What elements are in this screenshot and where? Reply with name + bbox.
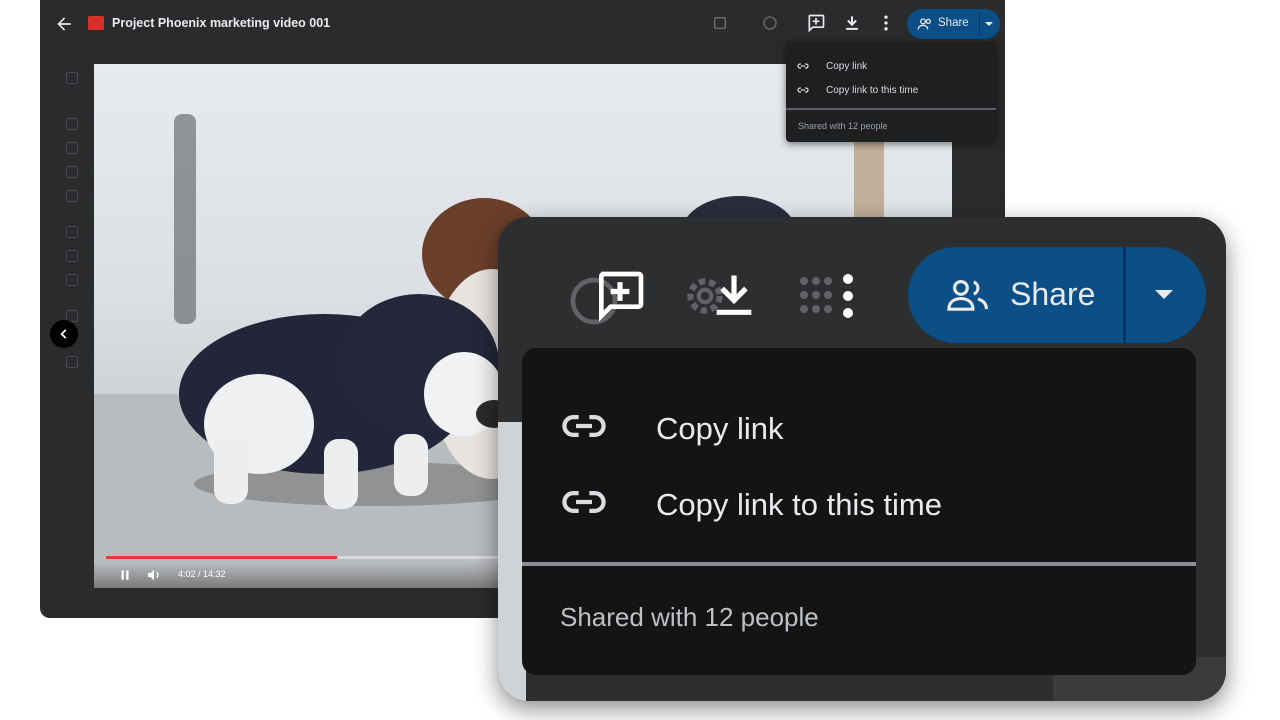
menu-divider-small — [786, 108, 996, 110]
share-menu-small: Copy link Copy link to this time Shared … — [786, 42, 996, 142]
download-icon[interactable] — [842, 13, 862, 33]
menu-divider — [522, 562, 1196, 566]
share-button-label: Share — [1010, 276, 1096, 312]
faded-toolbar-icon — [714, 17, 726, 29]
share-menu: Copy link Copy link to this time Shared … — [522, 348, 1196, 675]
link-icon — [797, 87, 809, 93]
video-time: 4:02 / 14:32 — [178, 569, 226, 579]
download-icon[interactable] — [708, 269, 760, 321]
previous-item-button[interactable] — [50, 320, 78, 348]
copy-link-item[interactable]: Copy link — [562, 403, 1162, 453]
add-comment-icon[interactable] — [806, 13, 826, 33]
rail-starred-icon[interactable] — [66, 274, 78, 286]
share-button-divider — [1123, 247, 1126, 343]
left-rail — [54, 60, 88, 400]
link-icon — [562, 414, 606, 438]
people-icon — [947, 279, 988, 311]
copy-link-label-small: Copy link — [826, 61, 868, 72]
rail-files-icon[interactable] — [66, 142, 78, 154]
more-vert-icon[interactable] — [876, 13, 896, 33]
rail-plus-icon[interactable] — [66, 72, 78, 84]
video-file-icon — [88, 16, 104, 30]
file-title: Project Phoenix marketing video 001 — [112, 16, 331, 30]
pause-icon[interactable] — [118, 568, 132, 582]
link-icon — [562, 490, 606, 514]
share-button[interactable]: Share — [907, 9, 1000, 39]
share-dropdown-caret-icon[interactable] — [985, 22, 993, 26]
rail-computers-icon[interactable] — [66, 190, 78, 202]
share-button-label: Share — [938, 17, 969, 29]
copy-link-time-label-small: Copy link to this time — [826, 85, 919, 96]
link-icon — [797, 63, 809, 69]
rail-home-icon[interactable] — [66, 118, 78, 130]
zoom-callout: Share Copy link Copy link to this time S… — [498, 217, 1226, 701]
shared-with-label-small: Shared with 12 people — [798, 121, 888, 131]
people-icon — [917, 18, 931, 30]
volume-icon[interactable] — [146, 567, 162, 583]
share-button-divider — [979, 12, 980, 36]
add-comment-icon[interactable] — [592, 267, 648, 323]
faded-info-icon — [763, 16, 777, 30]
back-arrow-icon[interactable] — [54, 14, 74, 34]
chevron-left-icon — [60, 329, 67, 339]
rail-storage-icon[interactable] — [66, 356, 78, 368]
more-vert-icon[interactable] — [838, 273, 858, 319]
shared-with-label: Shared with 12 people — [560, 602, 819, 632]
rail-shared-icon[interactable] — [66, 166, 78, 178]
rail-people-icon[interactable] — [66, 226, 78, 238]
rail-recent-icon[interactable] — [66, 250, 78, 262]
share-dropdown-caret-icon[interactable] — [1155, 290, 1173, 299]
copy-link-label: Copy link — [656, 411, 784, 446]
copy-link-to-time-item[interactable]: Copy link to this time — [562, 479, 1162, 529]
top-bar: Project Phoenix marketing video 001 Shar… — [40, 0, 1005, 48]
video-progress-fill — [106, 556, 338, 559]
copy-link-to-time-label: Copy link to this time — [656, 487, 942, 522]
share-button[interactable]: Share — [908, 247, 1206, 343]
